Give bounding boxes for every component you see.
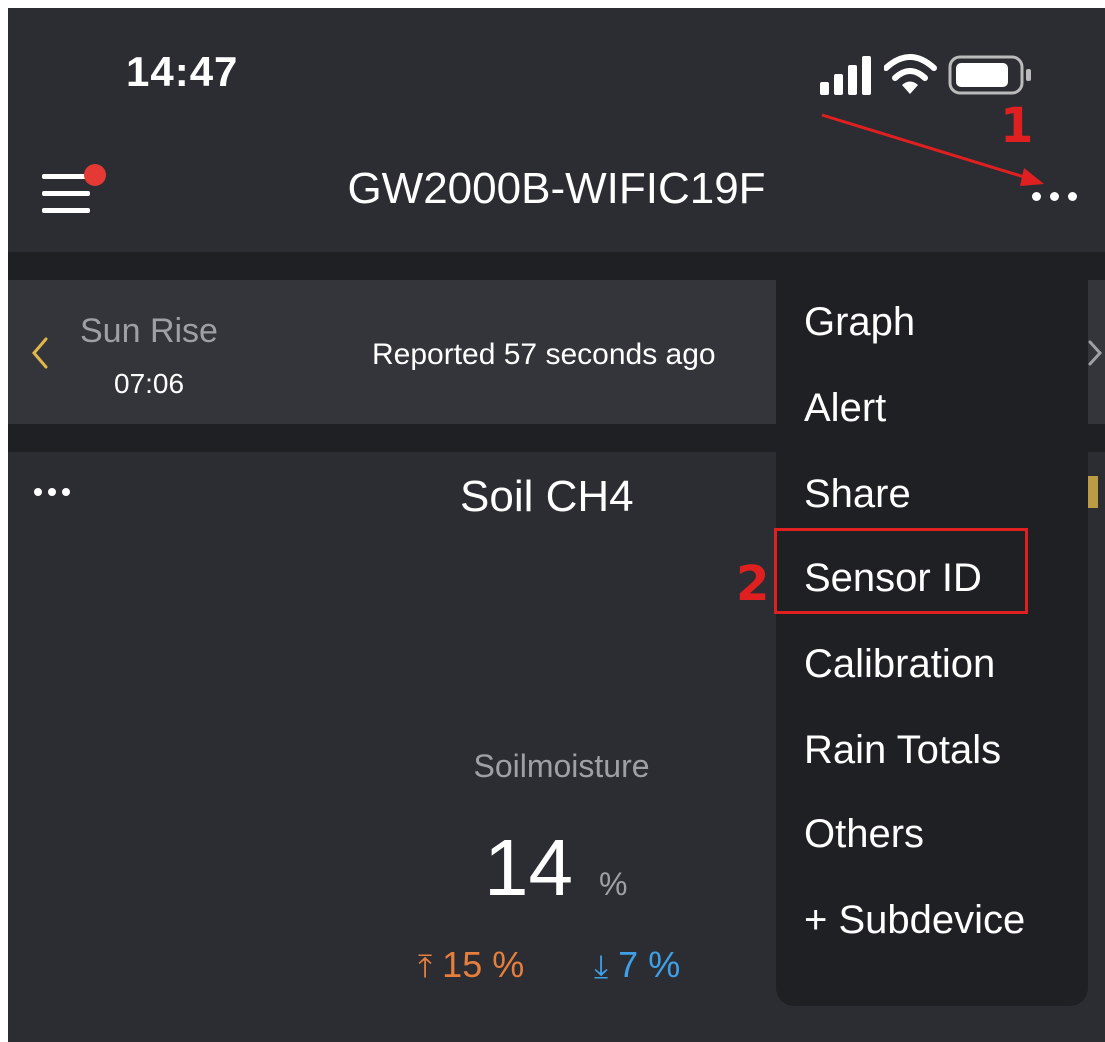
- metric-reading: 14%: [484, 822, 627, 914]
- metric-value: 14: [484, 823, 573, 912]
- menu-item-alert[interactable]: Alert: [804, 386, 886, 431]
- daily-high: ⤒ 15 %: [418, 944, 524, 986]
- menu-item-share[interactable]: Share: [804, 472, 911, 517]
- more-dot: [1050, 192, 1059, 201]
- divider: [8, 252, 1105, 280]
- menu-item-subdevice[interactable]: + Subdevice: [804, 898, 1025, 943]
- edit-icon[interactable]: [1088, 476, 1098, 508]
- more-horizontal-icon: [34, 488, 42, 496]
- menu-item-others[interactable]: Others: [804, 812, 924, 857]
- app-header: GW2000B-WIFIC19F: [8, 128, 1105, 252]
- menu-item-rain-totals[interactable]: Rain Totals: [804, 728, 1001, 773]
- chevron-right-icon[interactable]: [1086, 338, 1104, 368]
- step-2-marker: 2: [736, 556, 770, 612]
- high-value: 15 %: [442, 944, 525, 985]
- low-value: 7 %: [618, 944, 681, 985]
- more-options-button[interactable]: [1032, 186, 1084, 206]
- card-title: Soil CH4: [460, 472, 634, 521]
- menu-item-calibration[interactable]: Calibration: [804, 642, 995, 687]
- sun-rise-label: Sun Rise: [80, 312, 218, 350]
- step-1-marker: 1: [1000, 98, 1034, 154]
- status-icons: [820, 52, 1050, 100]
- device-title: GW2000B-WIFIC19F: [347, 164, 766, 213]
- sensor-id-highlight: [774, 528, 1028, 614]
- more-dot: [48, 488, 56, 496]
- more-dot: [1068, 192, 1077, 201]
- battery-icon: [948, 55, 1031, 95]
- arrow-down-icon: ⤓: [594, 948, 609, 984]
- more-horizontal-icon: [1032, 192, 1041, 201]
- wifi-icon: [884, 54, 937, 94]
- daily-low: ⤓ 7 %: [594, 944, 680, 986]
- card-more-button[interactable]: [34, 486, 74, 500]
- metric-unit: %: [598, 866, 628, 902]
- app-screen: 14:47 GW2000B-WIFIC19F Sun Rise 07:06 Re…: [8, 8, 1105, 1042]
- options-dropdown-menu: Graph Alert Share Sensor ID Calibration …: [776, 280, 1088, 1006]
- more-dot: [62, 488, 70, 496]
- sun-rise-time: 07:06: [114, 368, 185, 399]
- arrow-up-icon: ⤒: [418, 948, 433, 984]
- status-time: 14:47: [126, 48, 239, 95]
- chevron-left-icon[interactable]: [28, 335, 52, 371]
- menu-item-graph[interactable]: Graph: [804, 300, 915, 345]
- reported-text: Reported 57 seconds ago: [372, 338, 716, 371]
